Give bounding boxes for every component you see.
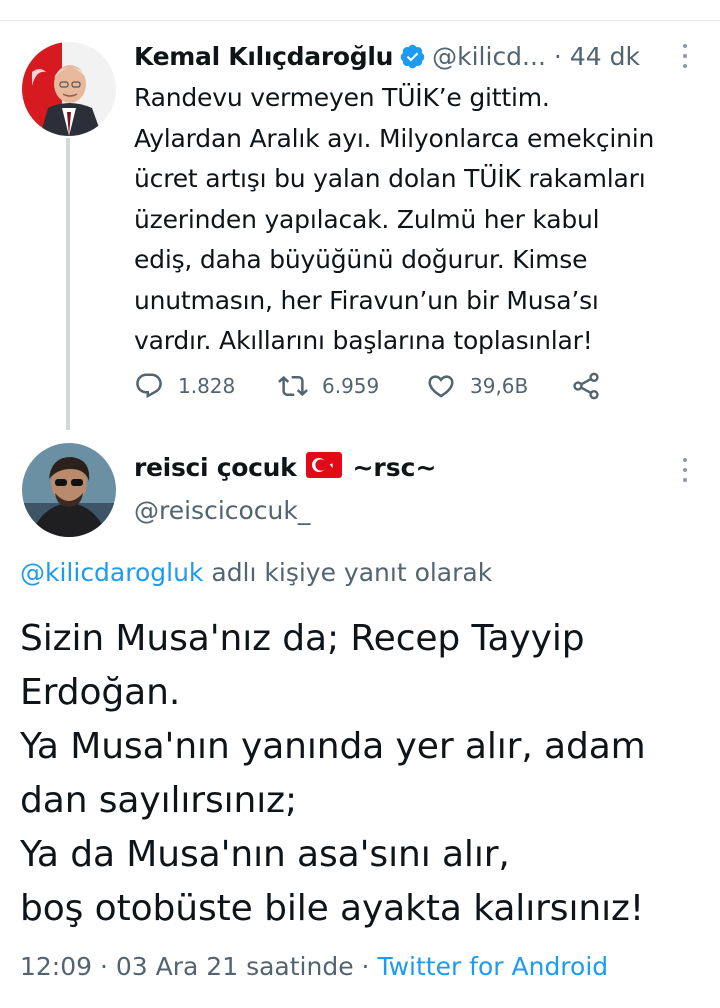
reply-label: adlı kişiye yanıt olarak [203, 558, 493, 587]
share-button[interactable] [570, 366, 616, 406]
retweet-icon [278, 375, 308, 397]
tweet2-name-row: reisci çocuk ~rsc~ [134, 447, 436, 487]
tweet2-line: Ya Musa'nın yanında yer alır, adam [20, 726, 646, 767]
tweet2-line: boş otobüste bile ayakta kalırsınız! [20, 888, 645, 929]
tweet2-name-suffix: ~rsc~ [352, 452, 437, 482]
share-icon [573, 372, 599, 400]
top-divider [0, 20, 720, 21]
more-icon[interactable] [682, 44, 688, 68]
tweet1-text: Randevu vermeyen TÜİK’e gittim. Aylardan… [134, 78, 714, 362]
tweet2-author-name[interactable]: reisci çocuk [134, 453, 297, 482]
like-icon [428, 375, 454, 398]
retweet-button[interactable]: 6.959 [278, 366, 379, 406]
tweet1-line: üzerinden yapılacak. Zulmü her kabul [134, 204, 600, 234]
like-button[interactable]: 39,6B [426, 366, 528, 406]
tweet1-action-bar: 1.828 6.959 39,6B [134, 366, 614, 406]
reply-button[interactable]: 1.828 [134, 366, 235, 406]
tweet1-line: Aylardan Aralık ayı. Milyonlarca emekçin… [134, 123, 655, 153]
tweet1-author-name[interactable]: Kemal Kılıçdaroğlu [134, 42, 393, 71]
tweet1-line: vardır. Akıllarını başlarına toplasınlar… [134, 326, 593, 355]
separator-dot: · [361, 952, 370, 981]
thread-connector-line [66, 138, 70, 430]
tweet2-date[interactable]: 03 Ara 21 saatinde [116, 952, 354, 981]
retweet-count: 6.959 [322, 374, 380, 398]
separator-dot: · [553, 41, 562, 71]
tweet1-time[interactable]: 44 dk [570, 42, 640, 71]
tweet2-line: dan sayılırsınız; [20, 780, 298, 821]
tweet1-header: Kemal Kılıçdaroğlu @kilicd... · 44 dk [134, 36, 640, 76]
separator-dot: · [100, 952, 108, 981]
verified-icon [399, 43, 426, 70]
avatar-kemal[interactable] [22, 42, 116, 136]
tweet2-time[interactable]: 12:09 [20, 952, 92, 981]
tweet1-handle[interactable]: @kilicd... [432, 42, 546, 71]
tweet1-line: ücret artışı bu yalan dolan TÜİK rakamla… [134, 164, 646, 193]
tweet1-line: ediş, daha büyüğünü doğurur. Kimse [134, 245, 588, 274]
tweet2-line: Erdoğan. [20, 672, 181, 713]
replying-to: @kilicdarogluk adlı kişiye yanıt olarak [20, 558, 492, 587]
tweet2-source-link[interactable]: Twitter for Android [377, 952, 608, 981]
like-count: 39,6B [470, 374, 529, 398]
tweet1-line: Randevu vermeyen TÜİK’e gittim. [134, 83, 550, 112]
tweet2-line: Ya da Musa'nın asa'sını alır, [20, 834, 510, 875]
reply-mention-link[interactable]: @kilicdarogluk [20, 558, 203, 587]
reply-icon [136, 373, 162, 399]
avatar-reisci[interactable] [22, 443, 116, 537]
tweet2-handle[interactable]: @reiscicocuk_ [134, 496, 310, 525]
reply-count: 1.828 [178, 374, 236, 398]
turkey-flag-icon [306, 452, 343, 482]
more-icon[interactable] [682, 458, 688, 482]
tweet2-footer: 12:09 · 03 Ara 21 saatinde · Twitter for… [20, 952, 608, 981]
tweet1-line: unutmasın, her Firavun’un bir Musa’sı [134, 285, 599, 315]
tweet2-line: Sizin Musa'nız da; Recep Tayyip [20, 618, 585, 659]
tweet2-text: Sizin Musa'nız da; Recep Tayyip Erdoğan.… [20, 612, 710, 936]
